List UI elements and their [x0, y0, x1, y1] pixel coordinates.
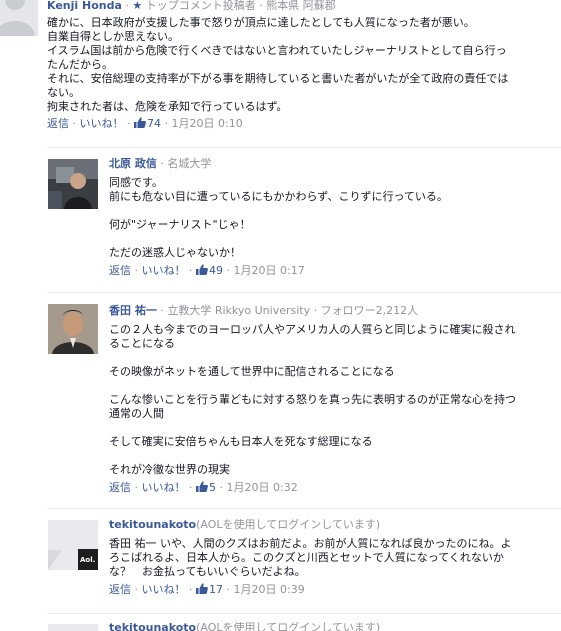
default-avatar-icon [0, 0, 38, 36]
like-count[interactable]: 5 [196, 481, 216, 494]
like-count[interactable]: 74 [134, 117, 161, 130]
timestamp[interactable]: 1月20日 0:17 [234, 264, 305, 277]
comment-text: 確かに、日本政府が支援した事で怒りが頂点に達したとしても人質になった者が悪い。 … [47, 16, 509, 113]
thumbs-up-icon [196, 481, 208, 492]
follower-count: フォロワー2,212人 [320, 304, 419, 317]
comment-text: 香田 祐一 いや、人間のクズはお前だよ。お前が人質になれば良かったのにね。よ ろ… [109, 537, 512, 578]
like-count[interactable]: 49 [196, 264, 223, 277]
aol-logo: Aol. [80, 556, 96, 564]
comment-header: tekitounakoto(AOLを使用してログインしています) [109, 518, 561, 532]
comment-header: 香田 祐一 · 立教大学 Rikkyo University · フォロワー2,… [109, 304, 419, 317]
avatar[interactable] [48, 159, 98, 209]
comment-actions: 返信 · いいね！ · 17 · 1月20日 0:39 [109, 583, 305, 596]
thumbs-up-icon [134, 117, 146, 128]
timestamp[interactable]: 1月20日 0:39 [234, 583, 305, 596]
author-location: 熊本県 阿蘇郡 [266, 0, 336, 12]
comment-tekitounakoto-2: tekitounakoto(AOLを使用してログインしています) [0, 622, 561, 631]
comment-text: この２人も今までのヨーロッパ人やアメリカ人の人質らと同じように確実に殺され るこ… [109, 323, 516, 476]
comment-kenji-honda: Kenji Honda · ★ トップコメント投稿者 · 熊本県 阿蘇郡 確かに… [0, 0, 561, 145]
comment-header: tekitounakoto(AOLを使用してログインしています) [109, 622, 561, 631]
star-icon: ★ [132, 0, 143, 12]
login-provider-note: (AOLを使用してログインしています) [196, 622, 381, 631]
avatar-photo [48, 159, 98, 209]
like-link[interactable]: いいね！ [142, 264, 186, 277]
thumbs-up-icon [196, 264, 208, 275]
reply-link[interactable]: 返信 [109, 481, 131, 494]
reply-link[interactable]: 返信 [47, 117, 69, 130]
timestamp[interactable]: 1月20日 0:32 [227, 481, 298, 494]
avatar[interactable]: Aol. [48, 520, 98, 570]
comment-header: 北原 政信 · 名城大学 [109, 157, 212, 170]
avatar[interactable] [48, 304, 98, 354]
author-name[interactable]: 北原 政信 [109, 157, 157, 170]
author-school: 名城大学 [167, 157, 212, 170]
avatar-photo [48, 304, 98, 354]
like-link[interactable]: いいね！ [142, 481, 186, 494]
comment-kitahara: 北原 政信 · 名城大学 同感です。 前にも危ない目に遭っているにもかかわらず、… [0, 157, 561, 292]
divider [47, 292, 561, 293]
avatar[interactable] [48, 624, 98, 631]
author-name[interactable]: Kenji Honda [47, 0, 122, 12]
login-provider-note: (AOLを使用してログインしています) [196, 518, 381, 531]
divider [47, 147, 561, 148]
comment-actions: 返信 · いいね！ · 49 · 1月20日 0:17 [109, 264, 305, 277]
author-name[interactable]: tekitounakoto [109, 622, 196, 631]
comment-tekitounakoto: Aol. tekitounakoto(AOLを使用してログインしています) 香田… [0, 518, 561, 613]
like-link[interactable]: いいね！ [142, 583, 186, 596]
comment-header: Kenji Honda · ★ トップコメント投稿者 · 熊本県 阿蘇郡 [47, 0, 336, 12]
reply-link[interactable]: 返信 [109, 264, 131, 277]
divider [47, 613, 561, 614]
comment-text: 同感です。 前にも危ない目に遭っているにもかかわらず、こりずに行っている。 何が… [109, 176, 448, 259]
like-count[interactable]: 17 [196, 583, 223, 596]
top-commenter-badge: トップコメント投稿者 [145, 0, 256, 12]
avatar[interactable] [0, 0, 38, 36]
reply-link[interactable]: 返信 [109, 583, 131, 596]
thumbs-up-icon [196, 583, 208, 594]
comment-actions: 返信 · いいね！ · 74 · 1月20日 0:10 [47, 117, 243, 130]
divider [47, 508, 561, 509]
author-name[interactable]: tekitounakoto [109, 518, 196, 531]
author-name[interactable]: 香田 祐一 [109, 304, 157, 317]
author-school: 立教大学 Rikkyo University [167, 304, 311, 317]
timestamp[interactable]: 1月20日 0:10 [172, 117, 243, 130]
like-link[interactable]: いいね！ [80, 117, 124, 130]
comment-actions: 返信 · いいね！ · 5 · 1月20日 0:32 [109, 481, 298, 494]
comment-koda: 香田 祐一 · 立教大学 Rikkyo University · フォロワー2,… [0, 304, 561, 504]
